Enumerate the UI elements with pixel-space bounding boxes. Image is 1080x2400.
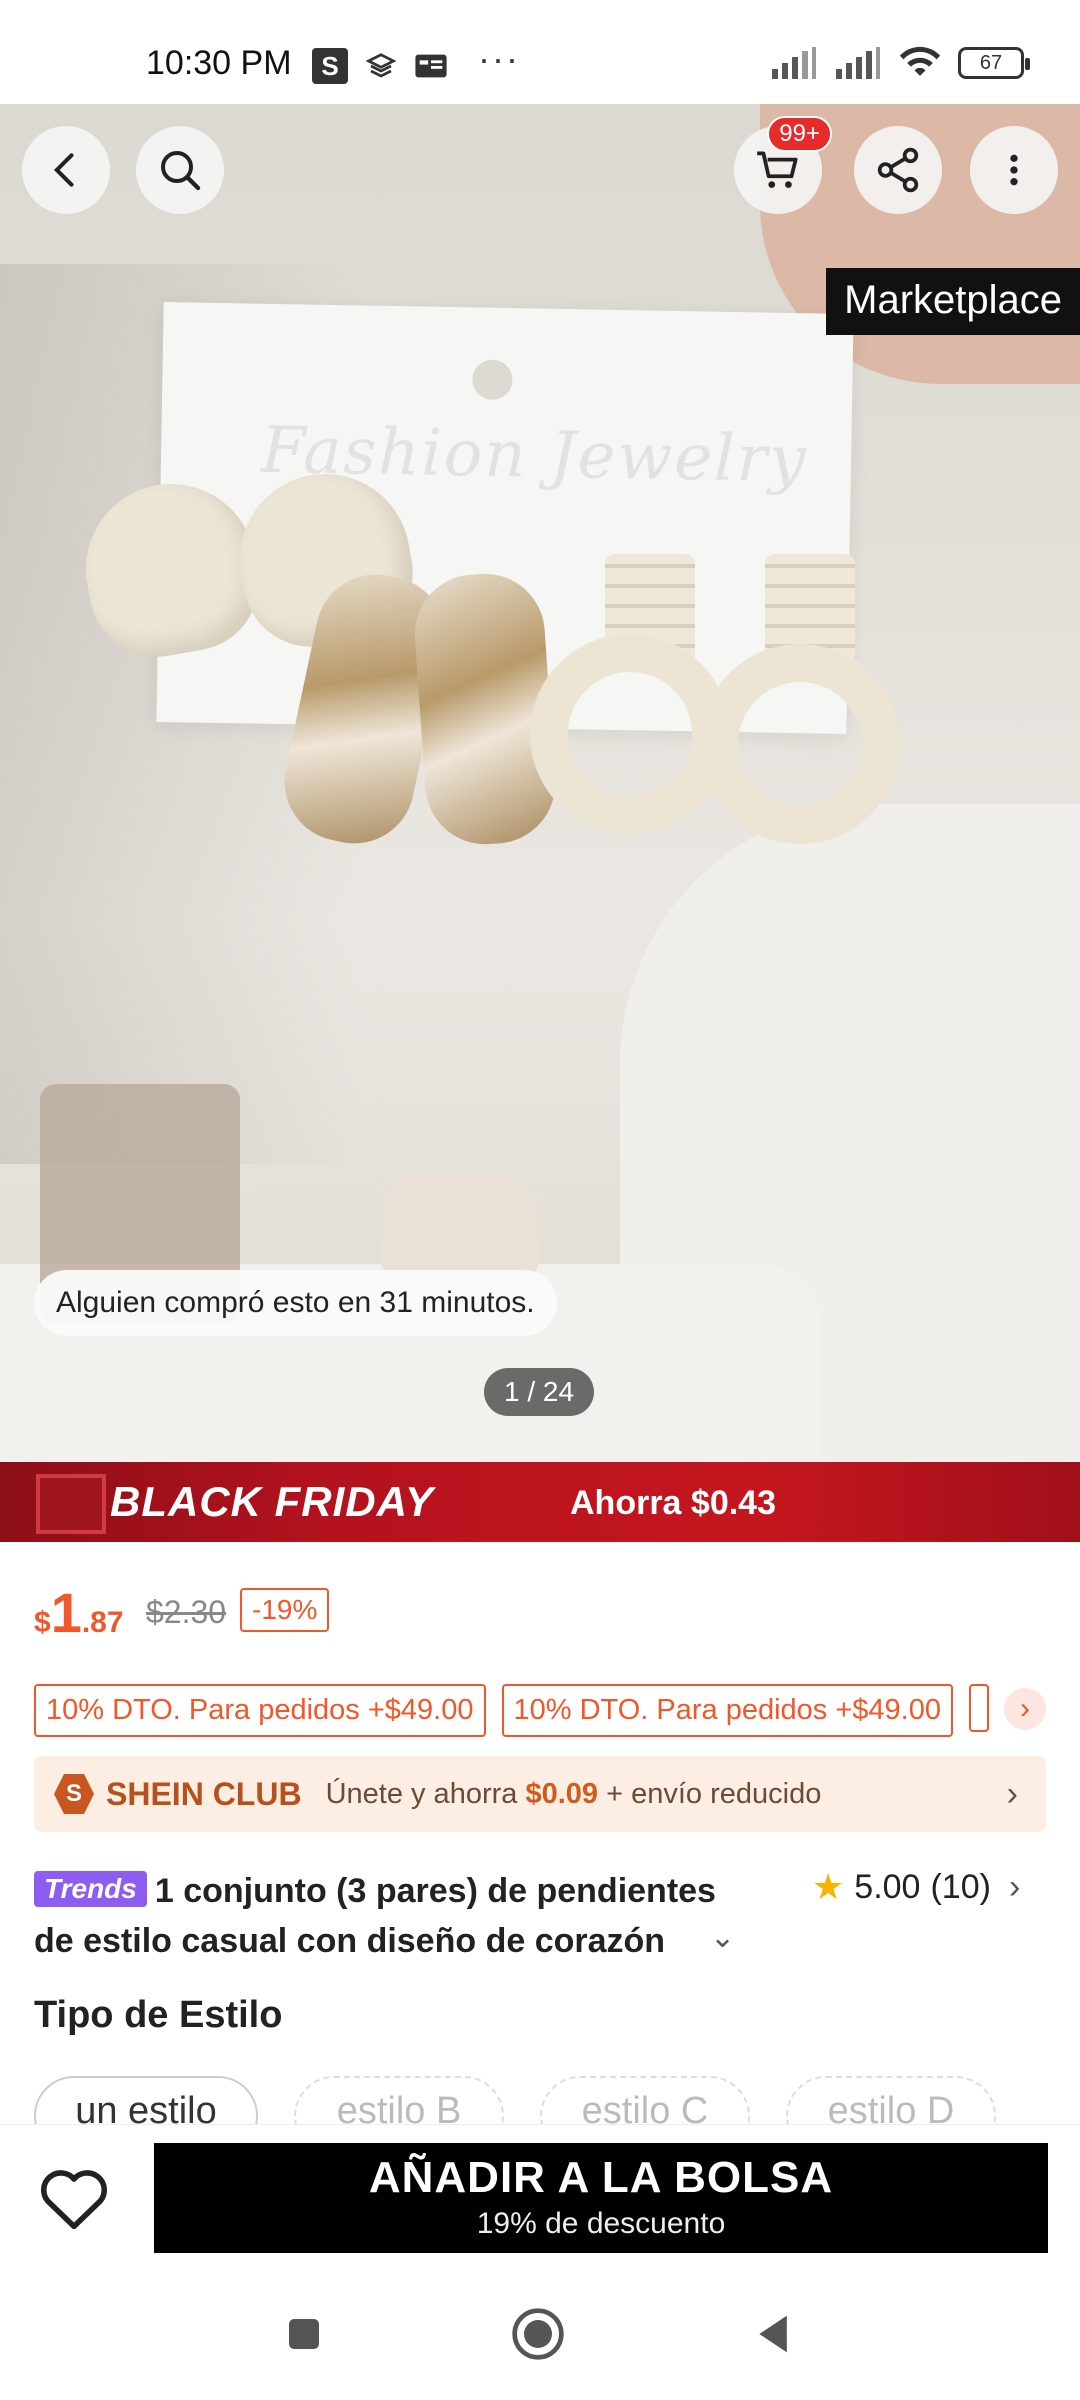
home-circle-icon bbox=[512, 2308, 564, 2360]
rating-summary[interactable]: ★ 5.00 (10) › bbox=[812, 1866, 1020, 1908]
style-option[interactable]: estilo B bbox=[294, 2076, 504, 2124]
club-amount: $0.09 bbox=[525, 1777, 599, 1810]
style-options: un estilo estilo B estilo C estilo D bbox=[34, 2076, 996, 2124]
wifi-icon bbox=[899, 46, 941, 76]
discount-tag: -19% bbox=[240, 1588, 330, 1632]
triangle-back-icon bbox=[759, 2315, 787, 2353]
status-bar: 10:30 PM S ··· 67 bbox=[0, 0, 1080, 104]
style-option[interactable]: un estilo bbox=[34, 2076, 258, 2124]
image-counter: 1 / 24 bbox=[484, 1368, 595, 1416]
system-back-button[interactable] bbox=[744, 2304, 804, 2364]
status-notification-icons: S bbox=[312, 48, 448, 84]
club-name: SHEIN CLUB bbox=[106, 1775, 302, 1812]
square-icon bbox=[289, 2319, 319, 2349]
club-offer-text: Únete y ahorra $0.09 + envío reducido bbox=[326, 1778, 822, 1811]
back-arrow-icon bbox=[53, 153, 74, 187]
cart-icon bbox=[757, 151, 798, 188]
trends-badge: Trends bbox=[34, 1871, 147, 1907]
layers-icon bbox=[366, 53, 396, 78]
signal-icon bbox=[772, 47, 816, 79]
style-option[interactable]: estilo C bbox=[540, 2076, 750, 2124]
twisted-hoop-right bbox=[700, 644, 900, 844]
current-price: $ 1 .87 bbox=[34, 1580, 124, 1645]
bottom-action-bar: AÑADIR A LA BOLSA 19% de descuento bbox=[0, 2124, 1080, 2264]
more-options-button[interactable] bbox=[970, 126, 1058, 214]
more-vertical-icon bbox=[1010, 154, 1018, 186]
add-to-bag-button[interactable]: AÑADIR A LA BOLSA 19% de descuento bbox=[154, 2143, 1048, 2253]
signal-icon-2 bbox=[836, 47, 880, 79]
search-button[interactable] bbox=[136, 126, 224, 214]
club-text-suffix: + envío reducido bbox=[598, 1777, 822, 1810]
original-price: $2.30 bbox=[146, 1594, 227, 1630]
banner-savings: Ahorra $0.43 bbox=[570, 1484, 776, 1522]
recent-purchase-toast: Alguien compró esto en 31 minutos. bbox=[34, 1270, 557, 1336]
cart-count-badge: 99+ bbox=[767, 116, 832, 152]
home-button[interactable] bbox=[508, 2304, 568, 2364]
battery-icon: 67 bbox=[958, 47, 1030, 79]
app-notification-icon: S bbox=[312, 48, 348, 84]
coupon-item[interactable]: 10% DTO. Para pedidos +$49.00 bbox=[501, 1684, 953, 1737]
rating-count: (10) bbox=[930, 1867, 991, 1906]
shein-club-banner[interactable]: S SHEIN CLUB Únete y ahorra $0.09 + enví… bbox=[34, 1756, 1046, 1832]
add-to-bag-label: AÑADIR A LA BOLSA bbox=[368, 2153, 834, 2202]
add-to-bag-discount: 19% de descuento bbox=[476, 2207, 726, 2240]
more-notifications-icon: ··· bbox=[478, 38, 520, 79]
coupon-item[interactable]: 10% DTO. Para pedidos +$49.00 bbox=[34, 1684, 486, 1737]
heart-icon bbox=[41, 2170, 107, 2230]
search-icon bbox=[161, 151, 201, 191]
marketplace-label: Marketplace bbox=[826, 268, 1080, 335]
card-hole bbox=[472, 359, 513, 401]
price-currency: $ bbox=[34, 1606, 51, 1639]
style-option[interactable]: estilo D bbox=[786, 2076, 996, 2124]
status-time: 10:30 PM bbox=[146, 44, 292, 82]
club-text-prefix: Únete y ahorra bbox=[325, 1777, 526, 1810]
chevron-down-icon[interactable]: ⌄ bbox=[710, 1920, 735, 1955]
coupons-more-button[interactable]: › bbox=[1004, 1688, 1046, 1730]
chevron-right-icon: › bbox=[1020, 1692, 1030, 1725]
style-type-heading: Tipo de Estilo bbox=[34, 1994, 283, 2036]
coupon-item-partial[interactable] bbox=[969, 1684, 989, 1732]
banner-title: BLACK FRIDAY bbox=[110, 1478, 434, 1525]
cart-button[interactable]: 99+ bbox=[734, 116, 832, 214]
share-button[interactable] bbox=[854, 126, 942, 214]
product-title[interactable]: Trends 1 conjunto (3 pares) de pendientes… bbox=[34, 1866, 754, 1966]
gallery-icon bbox=[415, 54, 447, 78]
black-friday-banner[interactable]: BLACK FRIDAY Ahorra $0.43 bbox=[0, 1462, 1080, 1542]
back-button[interactable] bbox=[22, 126, 110, 214]
price-decimals: .87 bbox=[81, 1606, 124, 1639]
status-system-icons: 67 bbox=[770, 46, 1030, 80]
gift-icon bbox=[36, 1474, 106, 1534]
chevron-right-icon: › bbox=[1008, 1867, 1021, 1906]
recent-apps-button[interactable] bbox=[274, 2304, 334, 2364]
share-icon bbox=[877, 147, 919, 193]
club-logo-icon: S bbox=[54, 1774, 94, 1814]
chevron-right-icon: › bbox=[1006, 1774, 1018, 1813]
star-icon: ★ bbox=[812, 1866, 845, 1907]
wishlist-button[interactable] bbox=[36, 2163, 116, 2235]
price-integer: 1 bbox=[50, 1581, 82, 1644]
product-image-carousel[interactable]: Fashion Jewelry 99+ Marketplace Alguien … bbox=[0, 104, 1080, 1462]
system-navigation-bar bbox=[0, 2264, 1080, 2400]
coupon-list: 10% DTO. Para pedidos +$49.00 10% DTO. P… bbox=[34, 1684, 989, 1737]
rating-value: 5.00 bbox=[854, 1867, 921, 1906]
